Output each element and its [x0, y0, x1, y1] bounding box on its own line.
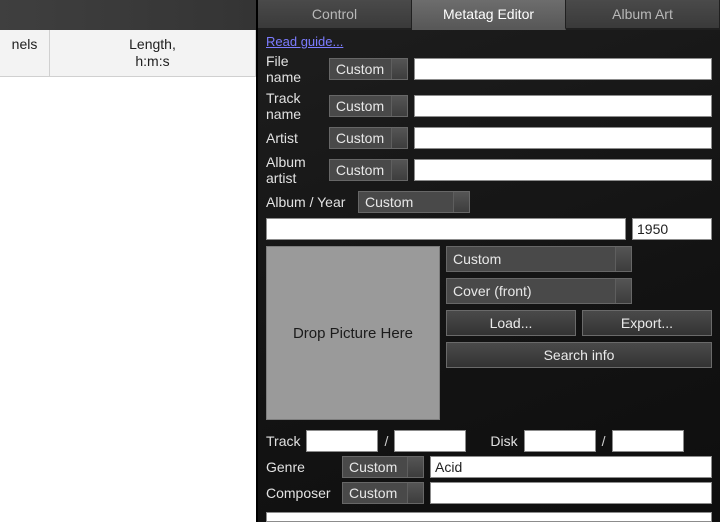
label-track: Track [266, 433, 300, 449]
chevron-down-icon [615, 247, 631, 271]
chevron-down-icon [407, 483, 423, 503]
artist-preset-value: Custom [336, 130, 384, 146]
file-name-input[interactable] [414, 58, 712, 80]
artist-input[interactable] [414, 127, 712, 149]
label-composer: Composer [266, 485, 336, 501]
file-name-preset-value: Custom [336, 61, 384, 77]
read-guide-link[interactable]: Read guide... [258, 30, 720, 51]
composer-preset-value: Custom [349, 485, 397, 501]
chevron-down-icon [391, 96, 407, 116]
art-type-combo[interactable]: Cover (front) [446, 278, 632, 304]
art-preset-value: Custom [453, 251, 501, 267]
album-art-dropzone[interactable]: Drop Picture Here [266, 246, 440, 420]
label-artist: Artist [266, 130, 323, 146]
album-year-preset-value: Custom [365, 194, 413, 210]
chevron-down-icon [391, 128, 407, 148]
col-header-channels[interactable]: nels [0, 30, 50, 76]
comment-textarea[interactable] [266, 512, 712, 522]
grid-header: nels Length, h:m:s [0, 30, 256, 77]
album-artist-input[interactable] [414, 159, 712, 181]
genre-preset-value: Custom [349, 459, 397, 475]
album-artist-preset-value: Custom [336, 162, 384, 178]
form-area: File name Custom Track name Custom Artis… [258, 51, 720, 240]
tab-bar: Control Metatag Editor Album Art [258, 0, 720, 30]
tab-control[interactable]: Control [258, 0, 412, 30]
chevron-down-icon [407, 457, 423, 477]
left-dark-strip [0, 0, 256, 30]
col-header-length-line2: h:m:s [135, 53, 169, 69]
album-input[interactable] [266, 218, 626, 240]
tab-metatag-editor[interactable]: Metatag Editor [412, 0, 566, 30]
track-name-input[interactable] [414, 95, 712, 117]
slash-disk: / [602, 433, 606, 449]
search-info-button[interactable]: Search info [446, 342, 712, 368]
export-art-button[interactable]: Export... [582, 310, 712, 336]
album-artist-preset-combo[interactable]: Custom [329, 159, 408, 181]
label-file-name: File name [266, 53, 323, 85]
label-disk: Disk [490, 433, 517, 449]
label-album-year: Album / Year [266, 194, 352, 210]
genre-preset-combo[interactable]: Custom [342, 456, 424, 478]
composer-preset-combo[interactable]: Custom [342, 482, 424, 504]
chevron-down-icon [391, 59, 407, 79]
track-list-panel: nels Length, h:m:s [0, 0, 256, 522]
composer-input[interactable] [430, 482, 712, 504]
year-input[interactable] [632, 218, 712, 240]
track-name-preset-value: Custom [336, 98, 384, 114]
track-total-input[interactable] [394, 430, 466, 452]
art-preset-combo[interactable]: Custom [446, 246, 632, 272]
artist-preset-combo[interactable]: Custom [329, 127, 408, 149]
label-album-artist: Album artist [266, 154, 323, 186]
load-art-button[interactable]: Load... [446, 310, 576, 336]
album-art-block: Drop Picture Here Custom Cover (front) L… [258, 246, 720, 420]
disk-total-input[interactable] [612, 430, 684, 452]
tab-album-art[interactable]: Album Art [566, 0, 720, 30]
genre-input[interactable] [430, 456, 712, 478]
file-name-preset-combo[interactable]: Custom [329, 58, 408, 80]
track-number-input[interactable] [306, 430, 378, 452]
art-type-value: Cover (front) [453, 283, 532, 299]
label-track-name: Track name [266, 90, 323, 122]
disk-number-input[interactable] [524, 430, 596, 452]
col-header-length[interactable]: Length, h:m:s [50, 30, 256, 76]
track-name-preset-combo[interactable]: Custom [329, 95, 408, 117]
chevron-down-icon [453, 192, 469, 212]
col-header-length-line1: Length, [129, 36, 176, 52]
chevron-down-icon [391, 160, 407, 180]
track-disk-row: Track / Disk / [258, 420, 720, 452]
slash-track: / [384, 433, 388, 449]
chevron-down-icon [615, 279, 631, 303]
metatag-editor-panel: Control Metatag Editor Album Art Read gu… [256, 0, 720, 522]
label-genre: Genre [266, 459, 336, 475]
grid-body-empty [0, 77, 256, 522]
album-year-preset-combo[interactable]: Custom [358, 191, 470, 213]
